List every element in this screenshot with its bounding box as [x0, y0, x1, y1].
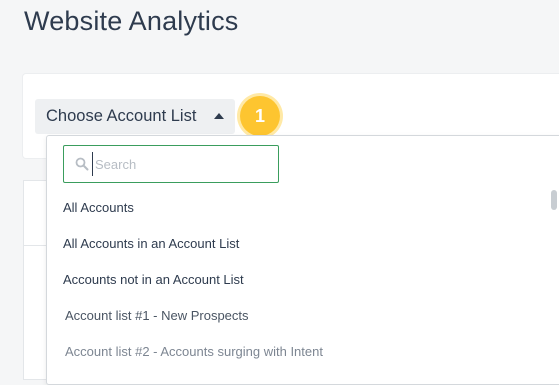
step-number-badge: 1	[240, 96, 280, 136]
choose-account-list-button[interactable]: Choose Account List	[35, 99, 235, 134]
option-list: All Accounts All Accounts in an Account …	[47, 190, 549, 370]
search-icon	[75, 157, 89, 171]
search-input[interactable]	[92, 152, 275, 176]
account-list-dropdown: All Accounts All Accounts in an Account …	[46, 135, 559, 385]
option-all-accounts[interactable]: All Accounts	[47, 190, 549, 226]
scrollbar-thumb[interactable]	[551, 190, 557, 210]
option-account-list-2[interactable]: Account list #2 - Accounts surging with …	[47, 334, 549, 370]
page-title: Website Analytics	[24, 6, 239, 36]
caret-up-icon	[214, 113, 224, 119]
dropdown-scrollbar[interactable]	[550, 190, 558, 380]
search-field[interactable]	[63, 145, 279, 183]
option-account-list-1[interactable]: Account list #1 - New Prospects	[47, 298, 549, 334]
choose-account-list-label: Choose Account List	[46, 107, 197, 125]
option-all-accounts-in-list[interactable]: All Accounts in an Account List	[47, 226, 549, 262]
option-accounts-not-in-list[interactable]: Accounts not in an Account List	[47, 262, 549, 298]
